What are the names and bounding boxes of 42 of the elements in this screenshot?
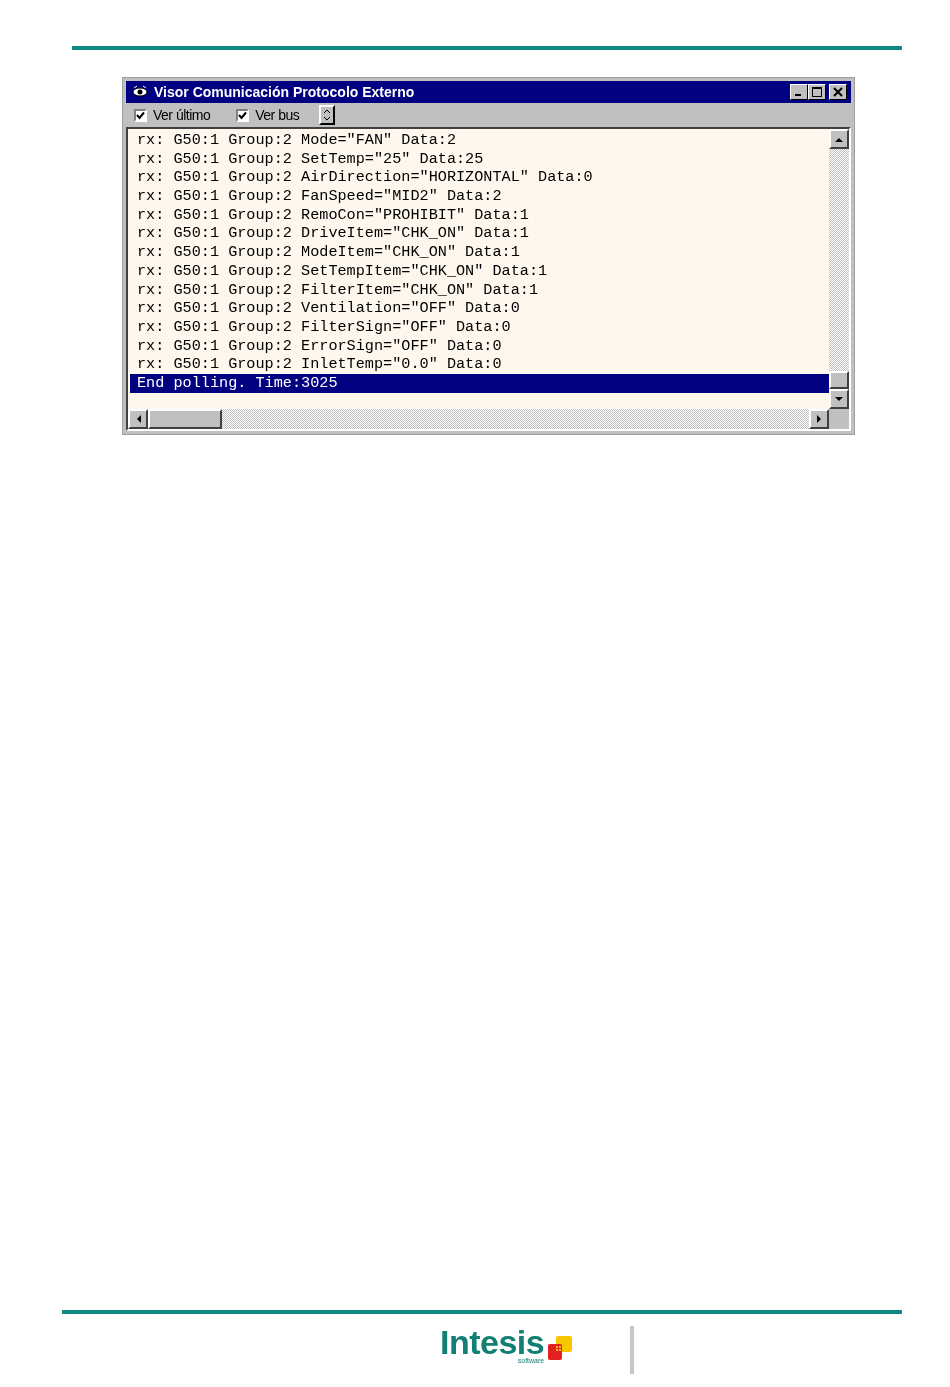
log-line[interactable]: rx: G50:1 Group:2 Mode="FAN" Data:2 xyxy=(130,131,829,150)
logo-wordmark: Intesis xyxy=(440,1326,545,1358)
scroll-left-button[interactable] xyxy=(128,409,148,429)
log-line[interactable]: rx: G50:1 Group:2 ModeItem="CHK_ON" Data:1 xyxy=(130,243,829,262)
vertical-scrollbar[interactable] xyxy=(829,129,849,409)
maximize-icon xyxy=(812,87,822,97)
log-line[interactable]: rx: G50:1 Group:2 SetTemp="25" Data:25 xyxy=(130,149,829,169)
checkbox[interactable] xyxy=(236,108,250,122)
up-down-arrows-icon xyxy=(323,108,332,122)
scroll-thumb[interactable] xyxy=(148,409,222,429)
log-line[interactable]: rx: G50:1 Group:2 FilterItem="CHK_ON" Data:1 xyxy=(130,280,829,300)
scroll-up-button[interactable] xyxy=(829,129,849,149)
log-line[interactable]: rx: G50:1 Group:2 SetTempItem="CHK_ON" Data:1 xyxy=(130,261,829,281)
scrollbar-corner xyxy=(829,409,849,429)
minimize-icon xyxy=(795,94,801,96)
scroll-right-button[interactable] xyxy=(809,409,829,429)
log-line[interactable]: rx: G50:1 Group:2 Ventilation="OFF" Data:0 xyxy=(130,299,829,318)
checkbox-label: Ver último xyxy=(153,107,211,123)
close-button[interactable] xyxy=(829,84,847,100)
up-arrow-icon xyxy=(835,136,843,142)
right-arrow-icon xyxy=(816,415,822,423)
horizontal-scrollbar[interactable] xyxy=(128,409,829,429)
maximize-button[interactable] xyxy=(808,84,826,100)
scroll-down-button[interactable] xyxy=(829,389,849,409)
close-icon xyxy=(833,87,843,97)
log-line[interactable]: rx: G50:1 Group:2 InletTemp="0.0" Data:0 xyxy=(130,355,829,374)
eye-icon xyxy=(132,85,148,99)
window-title: Visor Comunicación Protocolo Externo xyxy=(154,84,416,100)
scroll-thumb[interactable] xyxy=(829,371,849,389)
log-line[interactable]: rx: G50:1 Group:2 DriveItem="CHK_ON" Data:1 xyxy=(130,224,829,244)
logo-squares-icon xyxy=(546,1334,575,1362)
left-arrow-icon xyxy=(135,415,141,423)
checkbox[interactable] xyxy=(134,108,147,122)
checkbox-label: Ver bus xyxy=(255,107,300,123)
spin-button[interactable] xyxy=(319,105,336,125)
down-arrow-icon xyxy=(835,396,843,402)
log-line[interactable]: rx: G50:1 Group:2 FilterSign="OFF" Data:0 xyxy=(130,317,829,337)
minimize-button[interactable] xyxy=(790,84,808,100)
log-line[interactable]: rx: G50:1 Group:2 AirDirection="HORIZONTAL" Data:0 xyxy=(130,168,829,188)
log-line[interactable]: rx: G50:1 Group:2 FanSpeed="MID2" Data:2 xyxy=(130,187,829,206)
log-line[interactable]: rx: G50:1 Group:2 ErrorSign="OFF" Data:0 xyxy=(130,336,829,356)
log-line[interactable]: rx: G50:1 Group:2 RemoCon="PROHIBIT" Data:1 xyxy=(130,205,829,225)
